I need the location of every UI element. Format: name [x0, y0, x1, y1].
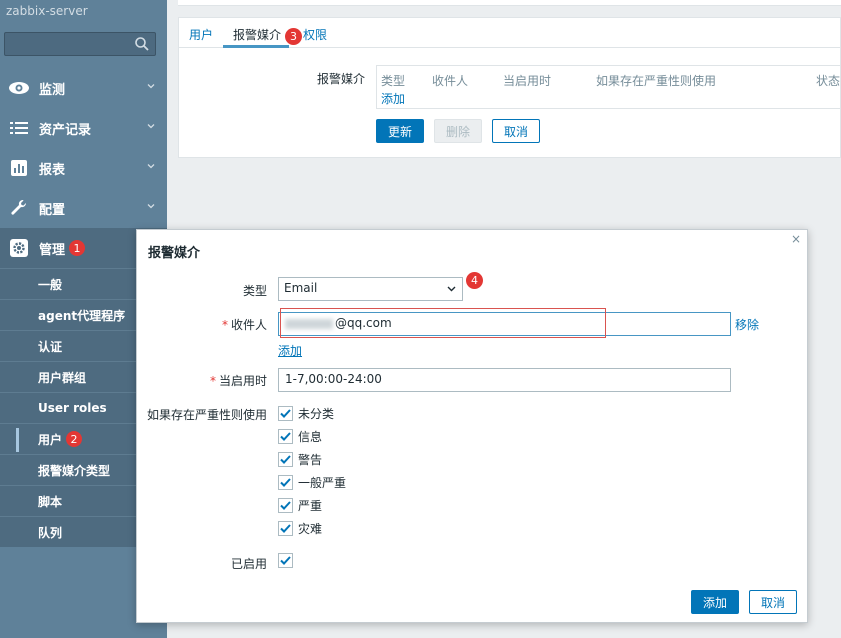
list-icon	[6, 118, 32, 138]
menu-label: 资产记录	[39, 122, 92, 138]
tab-media[interactable]: 报警媒介	[233, 26, 281, 43]
when-active-input[interactable]: 1-7,00:00-24:00	[278, 368, 731, 392]
update-button[interactable]: 更新	[376, 119, 424, 143]
severity-checkbox-average[interactable]: 一般严重	[278, 474, 346, 491]
type-select-value: Email	[284, 281, 318, 295]
wrench-icon	[6, 198, 32, 218]
menu-item-inventory[interactable]: 资产记录	[0, 108, 167, 148]
dialog-title: 报警媒介	[148, 246, 201, 261]
column-header-status: 状态	[816, 74, 841, 88]
add-recipient-link[interactable]: 添加	[278, 342, 302, 359]
user-form-panel: 用户 报警媒介 3 权限 报警媒介 类型 收件人 当启用时 如果存在严重性则使用…	[178, 17, 841, 158]
search-input[interactable]	[4, 32, 156, 56]
menu-item-configuration[interactable]: 配置	[0, 188, 167, 228]
brand-name: zabbix-server	[6, 4, 88, 18]
tab-bar: 用户 报警媒介 3 权限	[179, 18, 840, 48]
step-badge: 4	[466, 272, 483, 289]
dialog-add-button[interactable]: 添加	[691, 590, 739, 614]
gear-icon	[6, 238, 32, 258]
bar-chart-icon	[6, 158, 32, 178]
top-strip	[178, 0, 841, 6]
when-active-label: * 当启用时	[209, 374, 267, 388]
media-dialog: 报警媒介 × 类型 Email 4 * 收件人 @qq.com 移除 添加 * 当启…	[136, 229, 808, 623]
menu-label: 配置	[39, 202, 66, 218]
severity-checkbox-not-classified[interactable]: 未分类	[278, 405, 334, 422]
severity-checkbox-information[interactable]: 信息	[278, 428, 322, 445]
type-select[interactable]: Email	[278, 277, 463, 301]
column-header-when-active: 当启用时	[503, 74, 552, 88]
severity-checkbox-warning[interactable]: 警告	[278, 451, 322, 468]
enabled-label: 已启用	[230, 557, 267, 571]
column-header-type: 类型	[381, 74, 406, 88]
chevron-down-icon	[147, 164, 155, 169]
column-header-recipient: 收件人	[432, 74, 469, 88]
remove-recipient-link[interactable]: 移除	[735, 316, 759, 333]
checkbox[interactable]	[278, 475, 293, 490]
chevron-down-icon	[447, 286, 456, 292]
tab-permissions[interactable]: 权限	[303, 26, 327, 43]
active-tab-indicator	[223, 45, 289, 48]
checkbox[interactable]	[278, 406, 293, 421]
highlight-box	[280, 308, 606, 338]
search-icon[interactable]	[134, 36, 150, 52]
dialog-cancel-button[interactable]: 取消	[749, 590, 797, 614]
step-badge: 1	[69, 240, 86, 256]
column-header-severity: 如果存在严重性则使用	[596, 74, 717, 88]
severity-label: 如果存在严重性则使用	[146, 408, 267, 422]
step-badge: 2	[66, 431, 83, 447]
recipient-label: * 收件人	[221, 318, 267, 332]
eye-icon	[6, 78, 32, 98]
media-table: 类型 收件人 当启用时 如果存在严重性则使用 状态 添加	[376, 65, 841, 109]
media-field-label: 报警媒介	[317, 72, 366, 86]
delete-button[interactable]: 删除	[434, 119, 482, 143]
severity-checkbox-high[interactable]: 严重	[278, 497, 322, 514]
menu-item-monitoring[interactable]: 监测	[0, 68, 167, 108]
close-icon[interactable]: ×	[791, 233, 801, 245]
checkbox[interactable]	[278, 553, 293, 568]
cancel-button[interactable]: 取消	[492, 119, 540, 143]
enabled-checkbox[interactable]	[278, 553, 298, 568]
checkbox[interactable]	[278, 429, 293, 444]
checkbox[interactable]	[278, 498, 293, 513]
chevron-down-icon	[147, 124, 155, 129]
type-label: 类型	[242, 284, 267, 298]
menu-label: 管理	[39, 242, 66, 258]
chevron-down-icon	[147, 204, 155, 209]
add-media-link[interactable]: 添加	[381, 90, 405, 107]
menu-label: 报表	[39, 162, 66, 178]
menu-label: 监测	[39, 82, 66, 98]
chevron-down-icon	[147, 84, 155, 89]
menu-item-reports[interactable]: 报表	[0, 148, 167, 188]
tab-user[interactable]: 用户	[189, 26, 213, 43]
checkbox[interactable]	[278, 521, 293, 536]
checkbox[interactable]	[278, 452, 293, 467]
severity-checkbox-disaster[interactable]: 灾难	[278, 520, 322, 537]
step-badge: 3	[285, 28, 302, 45]
